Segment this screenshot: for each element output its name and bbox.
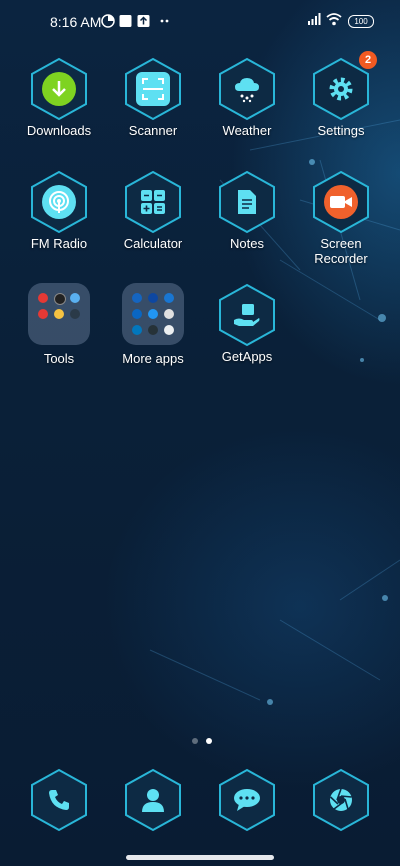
app-downloads[interactable]: Downloads (12, 57, 106, 138)
hand-package-icon (230, 298, 264, 332)
facebook-app-icon (148, 293, 158, 303)
folder-preview (122, 283, 184, 345)
app-preview-icon (148, 309, 158, 319)
app-label: Downloads (26, 123, 92, 138)
page-indicator (188, 731, 216, 749)
app-label: GetApps (221, 349, 273, 364)
app-fm-radio[interactable]: FM Radio (12, 170, 106, 251)
label-line-2: Recorder (314, 251, 368, 266)
calculator-icon (136, 185, 170, 219)
app-notes[interactable]: Notes (200, 170, 294, 251)
linkedin-app-icon (132, 309, 142, 319)
radio-antenna-icon (42, 185, 76, 219)
app-calculator[interactable]: Calculator (106, 170, 200, 251)
record-app-icon (38, 293, 48, 303)
notification-badge: 2 (359, 51, 377, 69)
feedback-app-icon (54, 309, 64, 319)
folder-preview (28, 283, 90, 345)
gear-icon (324, 72, 358, 106)
document-icon (230, 185, 264, 219)
chrome-app-icon (164, 325, 174, 335)
phone-icon (42, 783, 76, 817)
snow-cloud-icon (230, 72, 264, 106)
app-preview-icon (164, 293, 174, 303)
compass-app-icon (54, 293, 66, 305)
app-label: FM Radio (30, 236, 88, 251)
status-time: 8:16 AM (50, 14, 102, 30)
app-label: Weather (222, 123, 272, 138)
app-getapps[interactable]: GetApps (200, 283, 294, 364)
folder-more-apps[interactable]: More apps (106, 283, 200, 366)
file-manager-app-icon (70, 309, 80, 319)
messages-icon (230, 783, 264, 817)
app-label: Notes (230, 236, 264, 251)
app-label: More apps (122, 351, 184, 366)
app-settings[interactable]: 2 Settings (294, 51, 388, 138)
notification-square-icon (119, 15, 132, 27)
app-preview-icon (132, 325, 142, 335)
page-dot-active[interactable] (206, 738, 212, 744)
page-dot[interactable] (192, 738, 198, 744)
wifi-icon (326, 13, 342, 26)
dock-phone[interactable] (29, 768, 89, 832)
app-screen-recorder[interactable]: Screen Recorder (294, 170, 388, 266)
battery-level: 100 (354, 17, 368, 26)
home-gesture-bar[interactable] (126, 855, 274, 860)
app-label: Screen Recorder (294, 236, 388, 266)
dock-contacts[interactable] (123, 768, 183, 832)
app-label: Scanner (128, 123, 178, 138)
app-label: Calculator (123, 236, 183, 251)
upload-icon (137, 15, 150, 27)
status-bar: 8:16 AM 100 (0, 0, 400, 44)
security-app-icon (38, 309, 48, 319)
signal-icon (308, 13, 321, 25)
video-camera-icon (324, 185, 358, 219)
dock-camera[interactable] (311, 768, 371, 832)
cleaner-app-icon (70, 293, 80, 303)
app-preview-icon (132, 293, 142, 303)
battery-indicator: 100 (348, 15, 374, 28)
app-scanner[interactable]: Scanner (106, 57, 200, 138)
scanner-frame-icon (136, 72, 170, 106)
folder-tools[interactable]: Tools (12, 283, 106, 366)
download-arrow-icon (42, 72, 76, 106)
app-label: Settings (317, 123, 365, 138)
contacts-icon (136, 783, 170, 817)
play-store-app-icon (148, 325, 158, 335)
dock-messages[interactable] (217, 768, 277, 832)
camera-aperture-icon (324, 783, 358, 817)
app-preview-icon (164, 309, 174, 319)
more-notifications-icon (160, 19, 169, 23)
data-usage-icon (101, 14, 115, 28)
label-line-1: Screen (320, 236, 362, 251)
app-weather[interactable]: Weather (200, 57, 294, 138)
app-label: Tools (43, 351, 75, 366)
